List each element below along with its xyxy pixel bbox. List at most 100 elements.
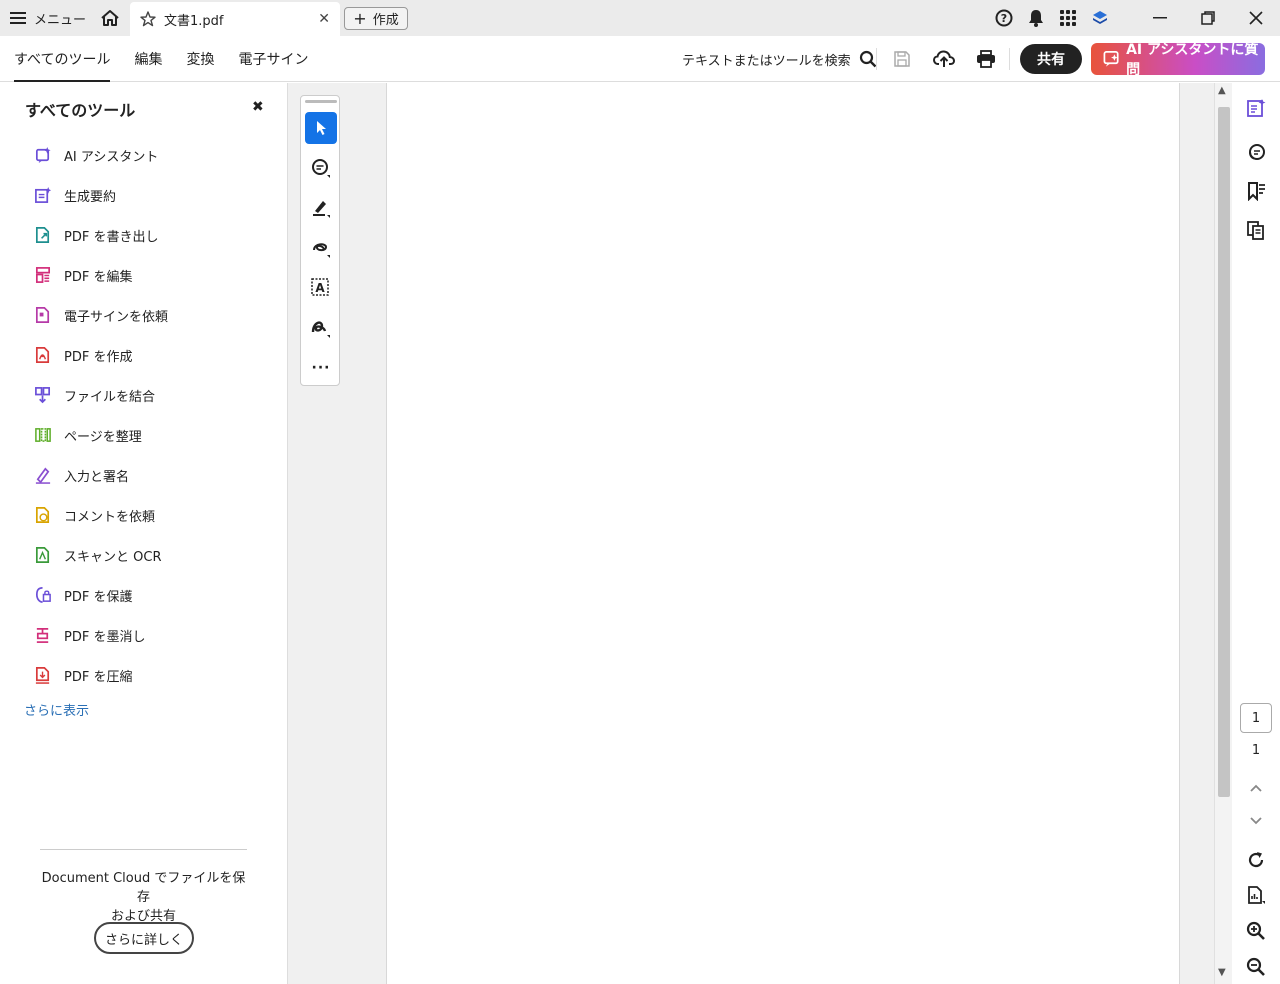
zoom-in-button[interactable] [1244,919,1268,943]
svg-text:A: A [315,281,325,295]
apps-grid-icon [1060,10,1076,26]
rotate-button[interactable] [1244,848,1268,872]
document-cloud-promo: Document Cloud でファイルを保存 および共有 [40,869,247,926]
tab-edit[interactable]: 編集 [134,36,162,82]
tool-label: スキャンと OCR [64,549,162,565]
tool-item[interactable]: コメントを依頼 [34,495,168,535]
ai-document-icon [1247,99,1266,117]
scroll-up-arrow-icon[interactable]: ▲ [1218,85,1226,96]
select-tool-button[interactable] [305,112,337,144]
current-page-input[interactable]: 1 [1240,703,1272,733]
cloud-upload-icon [933,50,955,67]
tool-label: PDF を保護 [64,589,133,605]
tool-search[interactable]: テキストまたはツールを検索 [682,46,877,72]
tool-item[interactable]: PDF を編集 [34,255,168,295]
tool-item[interactable]: ページを整理 [34,415,168,455]
tool-label: PDF を編集 [64,269,133,285]
share-button[interactable]: 共有 [1020,44,1082,74]
home-icon [101,10,119,26]
comment-icon [312,159,330,178]
tool-item[interactable]: PDF を圧縮 [34,655,168,695]
sign-tool-button[interactable] [305,312,337,344]
highlight-tool-button[interactable] [305,192,337,224]
star-icon[interactable] [140,11,156,27]
show-more-link[interactable]: さらに表示 [24,700,89,719]
bookmarks-rail-button[interactable] [1244,179,1268,203]
help-button[interactable]: ? [988,0,1020,36]
comments-rail-button[interactable] [1244,140,1268,164]
tool-item[interactable]: PDF を作成 [34,335,168,375]
minimize-button[interactable] [1136,0,1184,36]
create-label: 作成 [372,13,399,28]
tab-esign[interactable]: 電子サイン [238,36,308,82]
tool-label: 入力と署名 [64,469,130,485]
tool-item[interactable]: PDF を保護 [34,575,168,615]
rotate-icon [1248,852,1264,868]
toolbar-grip[interactable] [305,100,337,103]
create-pdf-icon [35,347,50,363]
menu-button[interactable]: メニュー [10,6,86,30]
home-button[interactable] [98,6,122,30]
more-tools-button[interactable]: ··· [305,352,337,384]
tab-all-tools[interactable]: すべてのツール [14,36,111,82]
next-page-button[interactable] [1244,809,1268,833]
vertical-scrollbar[interactable]: ▲ ▼ [1214,83,1232,984]
tool-item[interactable]: スキャンと OCR [34,535,168,575]
right-rail: 1 1 [1232,83,1280,984]
tool-label: PDF を圧縮 [64,669,133,685]
close-window-button[interactable] [1232,0,1280,36]
tool-label: 電子サインを依頼 [64,309,169,325]
tool-item[interactable]: PDF を書き出し [34,215,168,255]
tool-label: AI アシスタント [64,149,159,165]
tool-item[interactable]: ファイルを結合 [34,375,168,415]
profile-button[interactable] [1084,0,1116,36]
previous-page-button[interactable] [1244,776,1268,800]
redact-pdf-icon [36,627,49,643]
tab-convert[interactable]: 変換 [186,36,214,82]
ai-summary-rail-button[interactable] [1244,96,1268,120]
upload-button[interactable] [932,47,956,71]
ai-assistant-button[interactable]: AI アシスタントに質問 [1091,42,1265,78]
draw-tool-button[interactable] [305,232,337,264]
scrollbar-thumb[interactable] [1218,107,1230,797]
page-thumbnails-icon [1247,221,1264,240]
text-box-tool-button[interactable]: A [305,272,337,304]
plus-icon: + [353,9,367,28]
ai-button-label: AI アシスタントに質問 [1126,42,1259,78]
ai-assistant-icon [35,146,51,164]
tool-label: 生成要約 [64,189,117,205]
tool-item[interactable]: 生成要約 [34,175,168,215]
tool-item[interactable]: AI アシスタント [34,135,168,175]
create-button[interactable]: + 作成 [344,7,408,30]
tool-item[interactable]: 入力と署名 [34,455,168,495]
cursor-icon [317,121,326,135]
pages-rail-button[interactable] [1244,218,1268,242]
freehand-draw-icon [313,243,330,258]
edit-pdf-icon [35,267,51,283]
notifications-button[interactable] [1020,0,1052,36]
printer-icon [977,50,995,68]
help-icon: ? [995,9,1013,27]
close-tab-icon[interactable]: ✕ [318,11,330,27]
document-tab[interactable]: 文書1.pdf ✕ [130,2,340,36]
save-button[interactable] [890,47,914,71]
restore-button[interactable] [1184,0,1232,36]
comment-tool-button[interactable] [305,152,337,184]
page-display-button[interactable] [1244,883,1268,907]
apps-button[interactable] [1052,0,1084,36]
print-button[interactable] [974,47,998,71]
zoom-out-button[interactable] [1244,955,1268,979]
search-label: テキストまたはツールを検索 [682,53,851,69]
menu-label: メニュー [34,12,87,28]
zoom-out-icon [1246,957,1265,976]
tool-item[interactable]: 電子サインを依頼 [34,295,168,335]
pdf-page[interactable] [386,83,1180,984]
tool-item[interactable]: PDF を墨消し [34,615,168,655]
close-panel-icon[interactable]: ✖ [252,99,264,115]
tool-label: コメントを依頼 [64,509,156,525]
zoom-in-icon [1246,921,1265,940]
learn-more-button[interactable]: さらに詳しく [94,922,194,954]
scroll-down-arrow-icon[interactable]: ▼ [1218,967,1226,978]
protect-pdf-icon [35,587,51,603]
compress-pdf-icon [35,667,50,684]
